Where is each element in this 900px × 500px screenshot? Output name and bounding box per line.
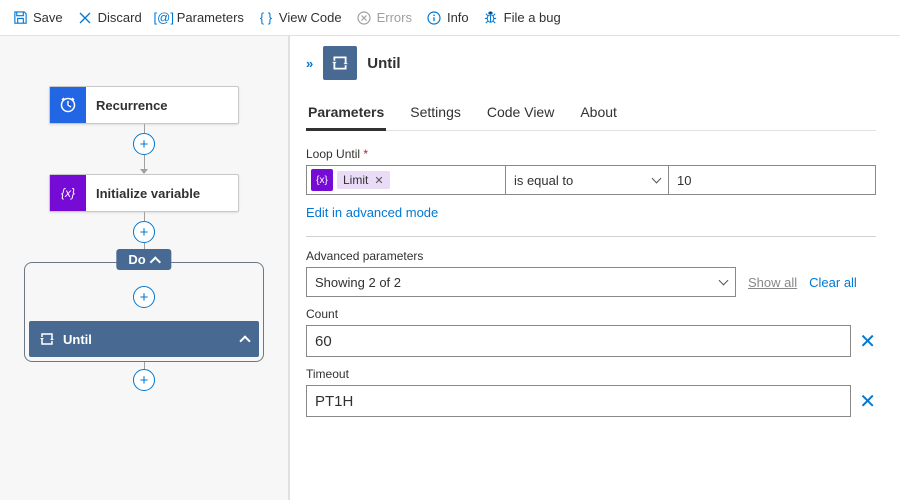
toolbar: Save Discard [@] Parameters { } View Cod…	[0, 0, 900, 36]
token-limit[interactable]: Limit ✕	[337, 171, 390, 189]
collapse-panel-button[interactable]: »	[306, 56, 313, 71]
error-icon	[356, 10, 372, 26]
add-step-button[interactable]: +	[133, 133, 155, 155]
tab-settings[interactable]: Settings	[408, 98, 463, 130]
clear-timeout-button[interactable]: ✕	[859, 389, 876, 414]
node-recurrence[interactable]: Recurrence	[49, 86, 239, 124]
clear-all-link[interactable]: Clear all	[809, 275, 857, 290]
view-code-button[interactable]: { } View Code	[258, 10, 342, 26]
variable-icon: {x}	[50, 175, 86, 211]
advanced-params-select[interactable]: Showing 2 of 2	[306, 267, 736, 297]
chevron-down-icon	[652, 174, 662, 184]
add-action-button[interactable]: +	[133, 286, 155, 308]
parameters-icon: [@]	[156, 10, 172, 26]
add-step-button[interactable]: +	[133, 221, 155, 243]
loop-until-label: Loop Until *	[306, 147, 876, 161]
bug-icon	[483, 10, 499, 26]
tab-code-view[interactable]: Code View	[485, 98, 556, 130]
clear-count-button[interactable]: ✕	[859, 329, 876, 354]
count-label: Count	[306, 307, 876, 321]
loop-right-input[interactable]: 10	[669, 165, 876, 195]
remove-token-button[interactable]: ✕	[374, 174, 383, 187]
count-input[interactable]: 60	[306, 325, 851, 357]
designer-canvas[interactable]: Recurrence + {x} Initialize variable + D…	[0, 36, 290, 500]
until-bar[interactable]: Until	[29, 321, 259, 357]
loop-icon	[323, 46, 357, 80]
loop-left-input[interactable]: {x} Limit ✕	[306, 165, 506, 195]
advanced-params-label: Advanced parameters	[306, 249, 876, 263]
save-icon	[12, 10, 28, 26]
edit-advanced-link[interactable]: Edit in advanced mode	[306, 205, 438, 220]
chevron-up-icon	[150, 256, 161, 267]
divider	[306, 236, 876, 237]
panel-title: Until	[367, 55, 400, 72]
fx-icon: {x}	[311, 169, 333, 191]
timeout-label: Timeout	[306, 367, 876, 381]
tab-parameters[interactable]: Parameters	[306, 98, 386, 131]
info-icon	[426, 10, 442, 26]
tabs: Parameters Settings Code View About	[306, 98, 876, 131]
until-block[interactable]: Do + Until	[24, 262, 264, 362]
parameters-button[interactable]: [@] Parameters	[156, 10, 244, 26]
chevron-down-icon	[719, 276, 729, 286]
show-all-link[interactable]: Show all	[748, 275, 797, 290]
add-step-button[interactable]: +	[133, 369, 155, 391]
tab-about[interactable]: About	[578, 98, 619, 130]
info-button[interactable]: Info	[426, 10, 469, 26]
node-initialize-variable[interactable]: {x} Initialize variable	[49, 174, 239, 212]
discard-button[interactable]: Discard	[77, 10, 142, 26]
clock-icon	[50, 87, 86, 123]
save-button[interactable]: Save	[12, 10, 63, 26]
timeout-input[interactable]: PT1H	[306, 385, 851, 417]
bug-button[interactable]: File a bug	[483, 10, 561, 26]
properties-panel: » Until Parameters Settings Code View Ab…	[290, 36, 900, 500]
errors-button: Errors	[356, 10, 412, 26]
operator-select[interactable]: is equal to	[506, 165, 669, 195]
close-icon	[77, 10, 93, 26]
braces-icon: { }	[258, 10, 274, 26]
do-header[interactable]: Do	[116, 249, 171, 270]
loop-icon	[39, 331, 55, 347]
chevron-up-icon	[239, 335, 250, 346]
